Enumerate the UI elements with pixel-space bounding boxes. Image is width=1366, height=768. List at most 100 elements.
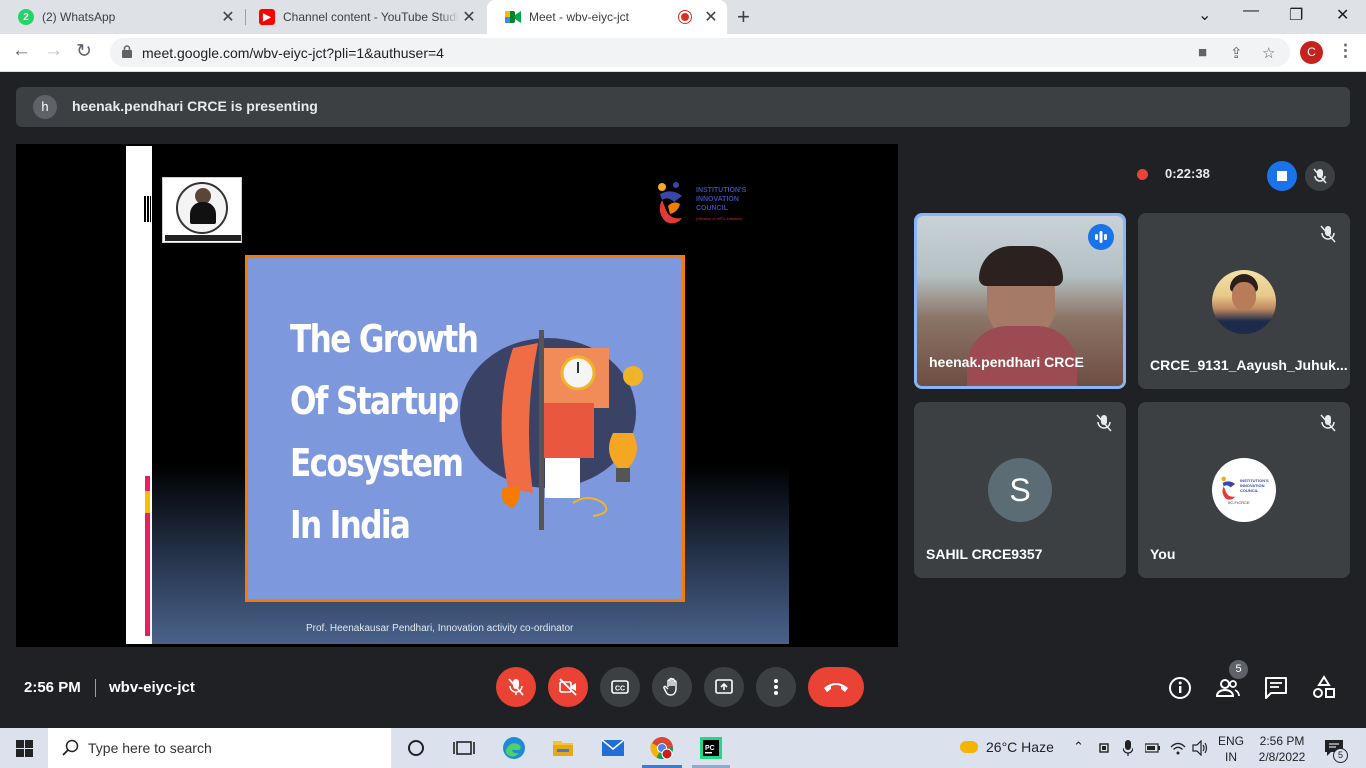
startup-rocket-illustration xyxy=(460,330,643,530)
show-hidden-icons-chevron[interactable]: ⌃ xyxy=(1073,739,1084,755)
restore-icon[interactable]: ❐ xyxy=(1289,5,1303,25)
more-options-button[interactable] xyxy=(756,667,796,707)
weather-text: 26°C Haze xyxy=(986,739,1054,755)
task-view-icon[interactable] xyxy=(452,736,476,760)
wifi-icon[interactable] xyxy=(1170,741,1186,755)
close-icon[interactable]: ✕ xyxy=(218,7,238,27)
minimize-icon[interactable]: — xyxy=(1243,2,1259,20)
address-bar[interactable]: meet.google.com/wbv-eiyc-jct?pli=1&authu… xyxy=(110,38,1290,67)
iic-logo: INSTITUTION'S INNOVATION COUNCIL (Minist… xyxy=(654,176,764,226)
participant-tile-sahil[interactable]: S SAHIL CRCE9357 xyxy=(914,402,1126,578)
mic-off-icon xyxy=(1313,168,1327,184)
haze-weather-icon xyxy=(960,741,978,753)
system-clock[interactable]: 2:56 PM 2/8/2022 xyxy=(1252,733,1312,765)
tab-label: (2) WhatsApp xyxy=(42,10,116,24)
participant-tile-you[interactable]: INSTITUTION'S INNOVATION COUNCIL IIC-FrC… xyxy=(1138,402,1350,578)
activities-icon[interactable] xyxy=(1311,675,1337,701)
tab-youtube-studio[interactable]: ▶ Channel content - YouTube Studio ✕ xyxy=(241,0,485,34)
recording-timer: 0:22:38 xyxy=(1165,166,1210,181)
pycharm-icon[interactable]: PC xyxy=(699,736,723,760)
iic-star-icon xyxy=(658,182,682,224)
participant-name: heenak.pendhari CRCE xyxy=(929,354,1084,370)
cortana-icon[interactable] xyxy=(404,736,428,760)
raise-hand-button[interactable] xyxy=(652,667,692,707)
participant-initial-avatar: S xyxy=(988,458,1052,522)
url-text: meet.google.com/wbv-eiyc-jct?pli=1&authu… xyxy=(142,45,444,61)
taskbar-search-box[interactable]: Type here to search xyxy=(48,728,391,768)
windows-start-icon[interactable] xyxy=(16,740,33,757)
you-logo-text: INSTITUTION'S INNOVATION COUNCIL xyxy=(1240,478,1269,493)
chat-icon[interactable] xyxy=(1263,675,1289,701)
mic-off-icon xyxy=(1096,414,1112,432)
mute-all-button[interactable] xyxy=(1305,161,1335,191)
back-arrow-icon[interactable]: ← xyxy=(12,40,31,62)
whatsapp-icon: 2 xyxy=(18,9,34,25)
camera-icon[interactable]: ■ xyxy=(1198,44,1207,61)
slide-title-panel: The Growth Of Startup Ecosystem In India xyxy=(245,255,685,602)
forward-arrow-icon[interactable]: → xyxy=(44,40,63,62)
participant-tile-presenter[interactable]: heenak.pendhari CRCE xyxy=(914,213,1126,389)
camera-toggle-button[interactable] xyxy=(548,667,588,707)
hand-icon xyxy=(663,677,677,696)
participant-name: SAHIL CRCE9357 xyxy=(926,546,1043,562)
iic-subtitle: (Ministry of HRD Initiative) xyxy=(696,216,743,221)
browser-menu-icon[interactable]: ⋮ xyxy=(1337,41,1354,61)
iic-title: INSTITUTION'S INNOVATION COUNCIL xyxy=(696,187,747,212)
captions-button[interactable]: CC xyxy=(600,667,640,707)
end-call-phone-icon xyxy=(824,683,848,692)
reload-icon[interactable]: ↻ xyxy=(76,40,92,63)
battery-icon[interactable] xyxy=(1145,742,1161,754)
more-vert-icon xyxy=(774,679,778,695)
weather-widget[interactable]: 26°C Haze xyxy=(960,739,1054,755)
svg-text:CC: CC xyxy=(615,686,625,693)
search-icon xyxy=(62,739,79,756)
bookmark-star-icon[interactable]: ☆ xyxy=(1262,44,1275,62)
tab-whatsapp[interactable]: 2 (2) WhatsApp ✕ xyxy=(0,0,244,34)
youtube-icon: ▶ xyxy=(259,9,275,25)
close-window-icon[interactable]: ✕ xyxy=(1336,5,1349,25)
browser-tab-bar: 2 (2) WhatsApp ✕ ▶ Channel content - You… xyxy=(0,0,1366,34)
presenting-banner: h heenak.pendhari CRCE is presenting xyxy=(16,87,1350,127)
presentation-stage[interactable]: INSTITUTION'S INNOVATION COUNCIL (Minist… xyxy=(16,144,898,647)
iic-star-icon xyxy=(1221,476,1236,500)
close-icon[interactable]: ✕ xyxy=(701,7,721,27)
participant-tile-aayush[interactable]: CRCE_9131_Aayush_Juhuk... xyxy=(1138,213,1350,389)
meeting-code: wbv-eiyc-jct xyxy=(109,679,195,696)
tab-meet[interactable]: Meet - wbv-eiyc-jct ✕ xyxy=(487,0,727,34)
chrome-icon[interactable] xyxy=(650,736,674,760)
meeting-clock: 2:56 PM xyxy=(24,679,81,696)
tab-search-chevron-icon[interactable]: ⌄ xyxy=(1198,5,1211,25)
meeting-details-info-icon[interactable] xyxy=(1167,675,1193,701)
file-explorer-icon[interactable] xyxy=(551,736,575,760)
meet-indicator-icon[interactable] xyxy=(1099,741,1111,755)
participant-count-badge: 5 xyxy=(1229,660,1248,679)
presenter-avatar: h xyxy=(33,95,57,119)
edge-browser-icon[interactable] xyxy=(502,736,526,760)
slide-title: The Growth Of Startup Ecosystem In India xyxy=(290,317,479,547)
windows-taskbar: Type here to search PC 26°C Haze ⌃ ENG I… xyxy=(0,728,1366,768)
present-screen-icon xyxy=(715,679,733,694)
camera-off-icon xyxy=(559,678,577,696)
mail-icon[interactable] xyxy=(601,736,625,760)
search-placeholder: Type here to search xyxy=(88,740,212,756)
profile-avatar[interactable]: C xyxy=(1300,41,1323,64)
mic-off-icon xyxy=(1320,225,1336,243)
close-icon[interactable]: ✕ xyxy=(459,7,479,27)
svg-text:PC: PC xyxy=(705,745,715,752)
speaking-audio-icon xyxy=(1088,224,1114,250)
closed-captions-icon: CC xyxy=(611,680,629,694)
share-icon[interactable]: ⇪ xyxy=(1230,44,1243,62)
participant-name: You xyxy=(1150,546,1176,562)
clock-divider xyxy=(95,679,96,697)
present-now-button[interactable] xyxy=(704,667,744,707)
volume-icon[interactable] xyxy=(1192,740,1208,756)
stop-recording-button[interactable] xyxy=(1267,161,1297,191)
mic-off-icon xyxy=(508,678,524,696)
leave-call-button[interactable] xyxy=(808,667,864,707)
microphone-toggle-button[interactable] xyxy=(496,667,536,707)
input-language[interactable]: ENG IN xyxy=(1218,733,1244,765)
slide-footer: Prof. Heenakausar Pendhari, Innovation a… xyxy=(306,623,574,634)
mic-off-icon xyxy=(1320,414,1336,432)
new-tab-plus-icon[interactable]: + xyxy=(737,4,750,30)
microphone-in-use-icon[interactable] xyxy=(1123,740,1133,756)
